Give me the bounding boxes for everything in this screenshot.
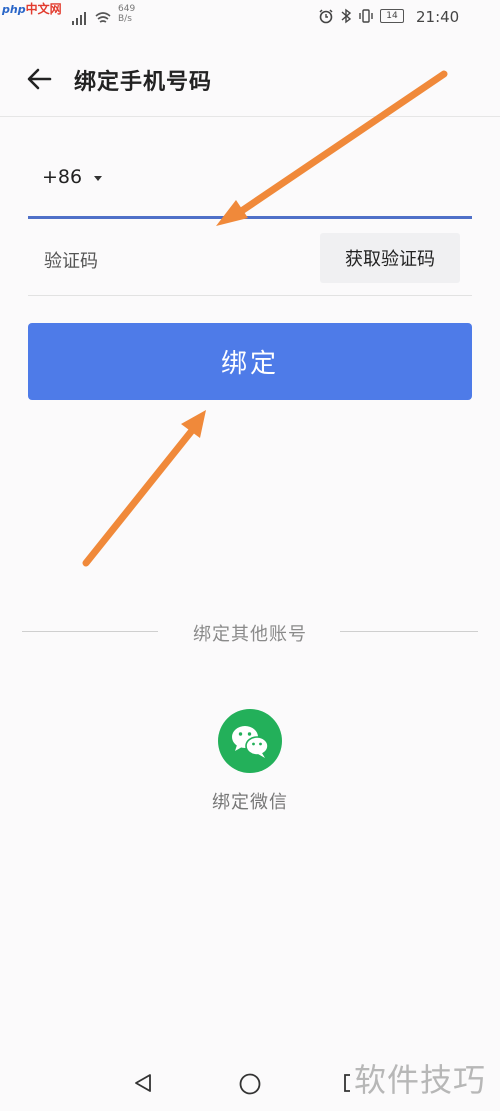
- phone-number-input[interactable]: [120, 160, 464, 202]
- arrow-to-bind-button-icon: [82, 410, 206, 567]
- status-icons: 14: [318, 8, 404, 24]
- wechat-label: 绑定微信: [212, 792, 288, 813]
- divider-right: [340, 631, 478, 632]
- dropdown-triangle-icon[interactable]: [94, 176, 102, 181]
- network-speed: 649 B/s: [118, 4, 135, 24]
- alarm-icon: [319, 9, 333, 24]
- status-time: 21:40: [416, 8, 460, 26]
- get-code-button[interactable]: 获取验证码: [320, 233, 460, 283]
- bluetooth-icon: [341, 8, 352, 24]
- speed-value: 649: [118, 4, 136, 14]
- phone-input-underline: [28, 216, 472, 219]
- vibrate-icon: [359, 9, 373, 23]
- verification-code-input[interactable]: [42, 240, 306, 282]
- divider-left: [22, 631, 158, 632]
- battery-icon: 14: [380, 9, 404, 23]
- back-arrow-icon[interactable]: [22, 62, 56, 96]
- country-code-selector[interactable]: +86: [42, 166, 82, 188]
- wechat-bind-button[interactable]: [218, 709, 282, 773]
- wechat-icon: [232, 726, 269, 758]
- signal-wifi-icon: [72, 12, 111, 25]
- code-input-underline: [28, 295, 472, 296]
- speed-unit: B/s: [118, 14, 132, 24]
- watermark-php: php: [2, 3, 26, 16]
- page-title: 绑定手机号码: [74, 70, 213, 95]
- bind-button[interactable]: 绑定: [28, 323, 472, 400]
- app-bar: 绑定手机号码: [0, 40, 500, 117]
- status-bar: php中文网 649 B/s 14 21:40: [0, 0, 500, 36]
- watermark-cn: 中文网: [25, 2, 62, 16]
- nav-back-icon[interactable]: [132, 1072, 154, 1094]
- nav-home-icon[interactable]: [238, 1072, 262, 1096]
- other-accounts-label: 绑定其他账号: [193, 624, 307, 645]
- watermark-logo: php中文网: [2, 2, 62, 17]
- watermark-text: 软件技巧: [354, 1061, 487, 1099]
